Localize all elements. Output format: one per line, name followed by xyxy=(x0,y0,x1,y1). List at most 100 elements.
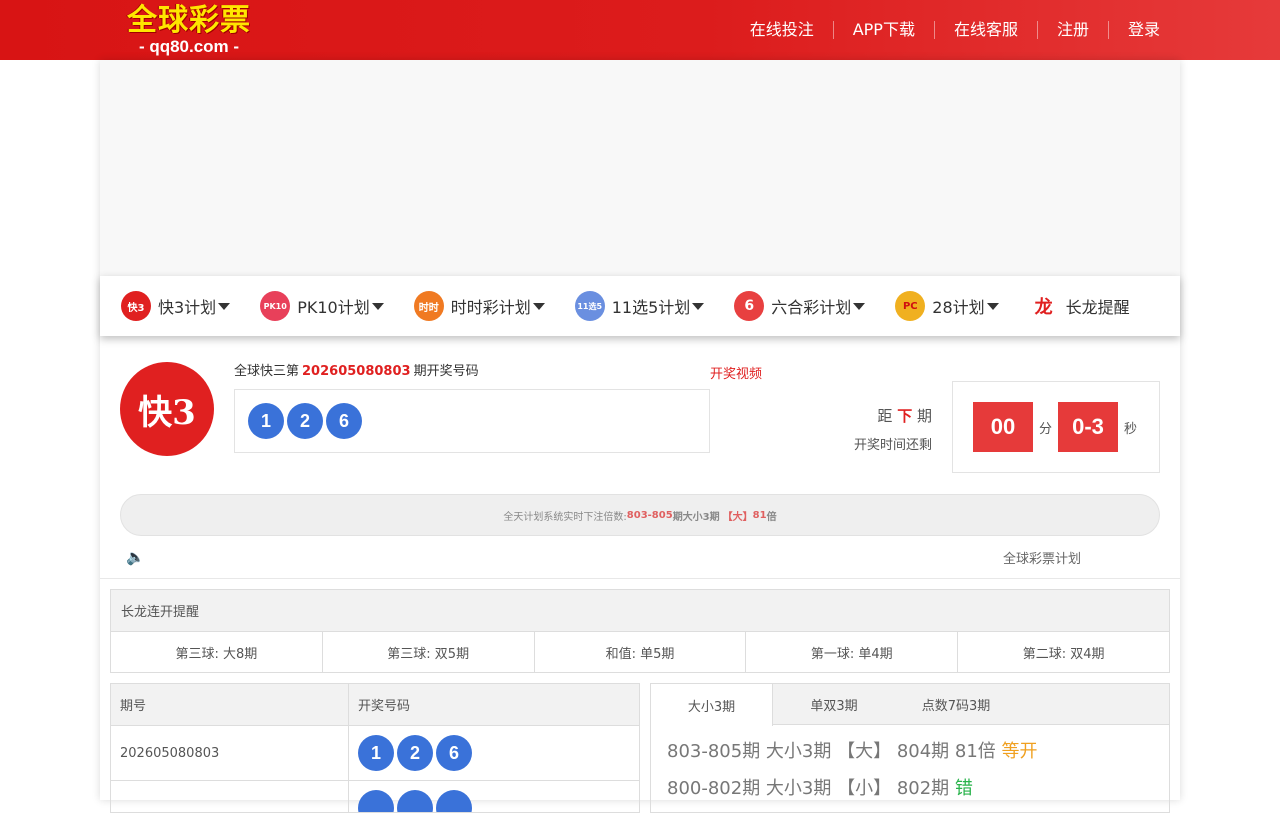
menu-label: 快3计划 xyxy=(158,298,217,317)
nav-login[interactable]: 登录 xyxy=(1109,21,1180,39)
ticker-suffix: 倍 xyxy=(766,511,777,523)
dragon-alert-title: 长龙连开提醒 xyxy=(111,590,1169,632)
menu-ssc-plan[interactable]: 时时 时时彩计划 xyxy=(413,291,545,321)
dragon-alert-row: 第三球: 大8期 第三球: 双5期 和值: 单5期 第一球: 单4期 第二球: … xyxy=(111,632,1169,673)
caret-down-icon xyxy=(532,302,545,310)
ticker-multiplier: 81 xyxy=(752,509,767,521)
section-divider xyxy=(100,578,1180,579)
menu-label: 28计划 xyxy=(932,298,985,317)
main-container: 快3 快3计划 PK10 PK10计划 时时 时时彩计划 11选5 11选5计划… xyxy=(100,60,1180,813)
menu-11x5-plan[interactable]: 11选5 11选5计划 xyxy=(574,291,705,321)
plan-line: 803-805期 大小3期 【大】 804期 81倍 等开 xyxy=(651,733,1169,770)
logo-title: 全球彩票 xyxy=(127,3,251,38)
tab-odd-even[interactable]: 单双3期 xyxy=(773,684,895,724)
draw-title-suffix: 期开奖号码 xyxy=(413,364,479,379)
result-ball xyxy=(358,790,394,812)
result-ball: 1 xyxy=(248,403,284,439)
dragon-item: 第一球: 单4期 xyxy=(746,632,959,673)
results-header: 期号 开奖号码 xyxy=(111,684,639,726)
dragon-item: 第三球: 双5期 xyxy=(323,632,535,673)
nav-bet-online[interactable]: 在线投注 xyxy=(731,21,834,39)
caret-down-icon xyxy=(371,302,384,310)
caret-down-icon xyxy=(853,302,866,310)
result-ball: 2 xyxy=(397,735,433,771)
tab-big-small[interactable]: 大小3期 xyxy=(651,684,773,726)
plan-line-text: 800-802期 大小3期 【小】 802期 xyxy=(667,778,950,799)
top-nav: 在线投注 APP下载 在线客服 注册 登录 xyxy=(731,0,1180,60)
pk10-icon: PK10 xyxy=(260,291,291,321)
nav-register[interactable]: 注册 xyxy=(1038,21,1109,39)
menu-label: 时时彩计划 xyxy=(450,298,531,317)
lottery-menu: 快3 快3计划 PK10 PK10计划 时时 时时彩计划 11选5 11选5计划… xyxy=(100,276,1180,336)
menu-label: 11选5计划 xyxy=(611,298,691,317)
menu-k3-plan[interactable]: 快3 快3计划 xyxy=(121,291,231,321)
k3-icon: 快3 xyxy=(121,291,151,321)
countdown-minutes: 00 xyxy=(973,402,1033,452)
table-row: 202605080803 1 2 6 xyxy=(111,726,639,781)
dragon-alert-panel: 长龙连开提醒 第三球: 大8期 第三球: 双5期 和值: 单5期 第一球: 单4… xyxy=(110,589,1170,673)
draw-title-prefix: 全球快三第 xyxy=(234,364,300,379)
plan-line-status: 错 xyxy=(954,778,973,799)
dragon-item: 第三球: 大8期 xyxy=(111,632,323,673)
menu-label: 六合彩计划 xyxy=(771,298,852,317)
k3-logo-icon: 快3 xyxy=(120,362,214,456)
plan-line-text: 803-805期 大小3期 【大】 804期 81倍 xyxy=(667,741,996,762)
plan-line-status: 等开 xyxy=(1001,741,1038,762)
plan-label: 全球彩票计划 xyxy=(1003,552,1082,567)
result-ball: 2 xyxy=(287,403,323,439)
result-ball: 6 xyxy=(436,735,472,771)
11x5-icon: 11选5 xyxy=(574,291,605,321)
dragon-icon: 龙 xyxy=(1028,291,1059,321)
next-highlight: 下 xyxy=(897,407,913,425)
next-draw-label: 距 下 期 xyxy=(820,405,932,426)
logo-domain: - qq80.com - xyxy=(138,37,240,56)
menu-lhc-plan[interactable]: 6 六合彩计划 xyxy=(734,291,866,321)
lhc-icon: 6 xyxy=(734,291,765,321)
menu-label: 长龙提醒 xyxy=(1065,298,1130,317)
draw-balls: 1 2 6 xyxy=(234,389,710,453)
header-numbers: 开奖号码 xyxy=(358,699,411,714)
caret-down-icon xyxy=(218,302,231,310)
nav-app-download[interactable]: APP下载 xyxy=(834,21,935,39)
draw-issue-number: 202605080803 xyxy=(302,364,411,379)
result-ball: 6 xyxy=(326,403,362,439)
ticker-pick: 【大】 xyxy=(722,511,753,523)
seconds-unit: 秒 xyxy=(1124,421,1138,437)
caret-down-icon xyxy=(986,302,999,310)
menu-dragon-alert[interactable]: 龙 长龙提醒 xyxy=(1028,291,1130,321)
plan-panel: 大小3期 单双3期 点数7码3期 803-805期 大小3期 【大】 804期 … xyxy=(650,683,1170,813)
site-logo[interactable]: 全球彩票 - qq80.com - xyxy=(126,4,252,58)
next-suffix: 期 xyxy=(916,407,932,425)
draw-title: 全球快三第 202605080803 期开奖号码 xyxy=(234,360,479,379)
plan-tabs: 大小3期 单双3期 点数7码3期 xyxy=(651,684,1169,726)
menu-label: PK10计划 xyxy=(297,298,370,317)
ticker-prefix: 全天计划系统实时下注倍数: xyxy=(503,511,627,523)
countdown-timer: 00 分 0-3 秒 xyxy=(952,381,1160,473)
result-ball xyxy=(436,790,472,812)
results-table: 期号 开奖号码 202605080803 1 2 6 xyxy=(110,683,640,813)
ticker-range: 803-805 xyxy=(626,509,673,521)
row-balls: 1 2 6 xyxy=(349,726,639,780)
speaker-icon[interactable]: 🔈 xyxy=(126,548,145,566)
row-issue xyxy=(111,781,349,812)
table-row xyxy=(111,781,639,812)
banner-area xyxy=(100,60,1180,276)
header-issue: 期号 xyxy=(111,684,349,725)
ticker-middle: 期大小3期 xyxy=(672,511,720,523)
draw-video-link[interactable]: 开奖视频 xyxy=(710,363,762,382)
menu-pk10-plan[interactable]: PK10 PK10计划 xyxy=(260,291,384,321)
dragon-item: 和值: 单5期 xyxy=(535,632,747,673)
nav-customer-service[interactable]: 在线客服 xyxy=(935,21,1038,39)
bet-multiplier-ticker: 全天计划系统实时下注倍数: 803-805 期大小3期 【大】 81 倍 xyxy=(120,494,1160,536)
tab-points[interactable]: 点数7码3期 xyxy=(895,684,1017,724)
top-header: 全球彩票 - qq80.com - 在线投注 APP下载 在线客服 注册 登录 xyxy=(0,0,1280,60)
caret-down-icon xyxy=(692,302,705,310)
plan-line: 800-802期 大小3期 【小】 802期 错 xyxy=(651,770,1169,807)
result-ball: 1 xyxy=(358,735,394,771)
menu-28-plan[interactable]: PC 28计划 xyxy=(895,291,999,321)
countdown-seconds: 0-3 xyxy=(1058,402,1119,452)
dragon-item: 第二球: 双4期 xyxy=(1022,647,1105,662)
minutes-unit: 分 xyxy=(1039,421,1053,437)
pc28-icon: PC xyxy=(895,291,926,321)
next-prefix: 距 xyxy=(877,407,893,425)
